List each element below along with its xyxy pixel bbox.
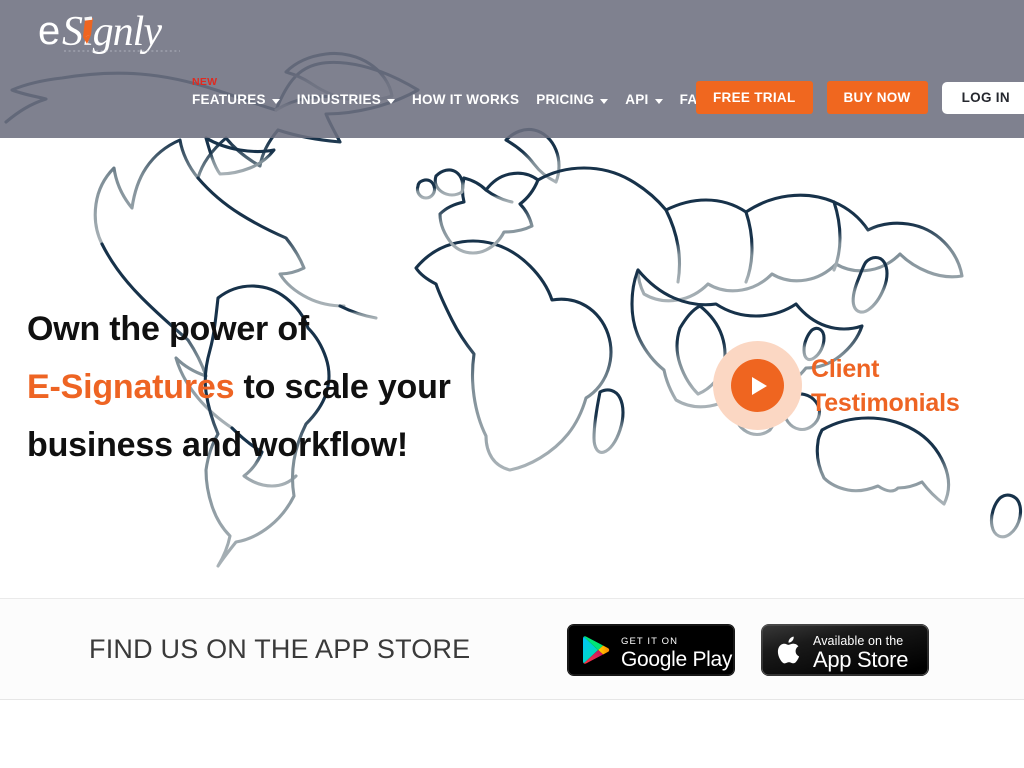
client-testimonials-video[interactable]: Client Testimonials [713, 341, 960, 430]
hero-line-3: business and workflow! [27, 426, 408, 464]
testimonials-label: Client Testimonials [811, 352, 960, 420]
app-store-badge[interactable]: Available on the App Store [761, 624, 929, 676]
hero-section: e Signly NEW FEATURES INDUSTRIES HOW IT … [0, 0, 1024, 598]
site-header: e Signly NEW FEATURES INDUSTRIES HOW IT … [0, 0, 1024, 138]
chevron-down-icon [654, 98, 663, 104]
hero-line-2-rest: to scale your [234, 368, 451, 406]
buy-now-button[interactable]: BUY NOW [826, 81, 928, 114]
nav-label: FEATURES [192, 92, 266, 108]
main-navigation: NEW FEATURES INDUSTRIES HOW IT WORKS PRI… [192, 77, 725, 116]
hero-headline: Own the power of E-Signatures to scale y… [27, 300, 627, 474]
chevron-down-icon [387, 98, 396, 104]
page-bottom-whitespace [0, 700, 1024, 768]
svg-text:Google Play: Google Play [621, 648, 733, 671]
nav-label: PRICING [536, 92, 595, 108]
hero-highlight: E-Signatures [27, 368, 235, 406]
nav-item-how-it-works[interactable]: HOW IT WORKS [412, 93, 519, 107]
nav-item-pricing[interactable]: PRICING [536, 92, 609, 108]
free-trial-button[interactable]: FREE TRIAL [696, 81, 813, 114]
header-actions: FREE TRIAL BUY NOW LOG IN [696, 81, 1024, 114]
nav-label: API [625, 92, 649, 108]
page-root: e Signly NEW FEATURES INDUSTRIES HOW IT … [0, 0, 1024, 768]
log-in-button[interactable]: LOG IN [941, 81, 1024, 114]
svg-text:GET IT ON: GET IT ON [621, 636, 678, 647]
svg-text:e: e [38, 9, 60, 53]
hero-line-1: Own the power of [27, 310, 310, 348]
esignly-logo[interactable]: e Signly [38, 4, 203, 62]
play-button[interactable] [731, 359, 784, 412]
nav-label: INDUSTRIES [296, 92, 382, 108]
svg-text:Signly: Signly [62, 9, 162, 55]
play-triangle-icon [752, 376, 767, 395]
svg-text:Available on the: Available on the [813, 634, 903, 648]
nav-item-industries[interactable]: INDUSTRIES [296, 92, 396, 108]
testimonials-label-line1: Client [811, 354, 880, 383]
svg-text:App Store: App Store [813, 647, 908, 672]
testimonials-label-line2: Testimonials [811, 388, 960, 417]
nav-item-api[interactable]: API [625, 92, 663, 108]
new-badge: NEW [192, 76, 218, 89]
play-button-halo [713, 341, 802, 430]
app-store-heading: FIND US ON THE APP STORE [89, 633, 471, 664]
chevron-down-icon [600, 98, 609, 104]
chevron-down-icon [271, 98, 280, 104]
nav-label: HOW IT WORKS [412, 92, 520, 108]
hero-line-2: E-Signatures to scale your [27, 358, 627, 416]
nav-item-features[interactable]: NEW FEATURES [192, 77, 280, 108]
google-play-badge[interactable]: GET IT ON Google Play [567, 624, 735, 676]
